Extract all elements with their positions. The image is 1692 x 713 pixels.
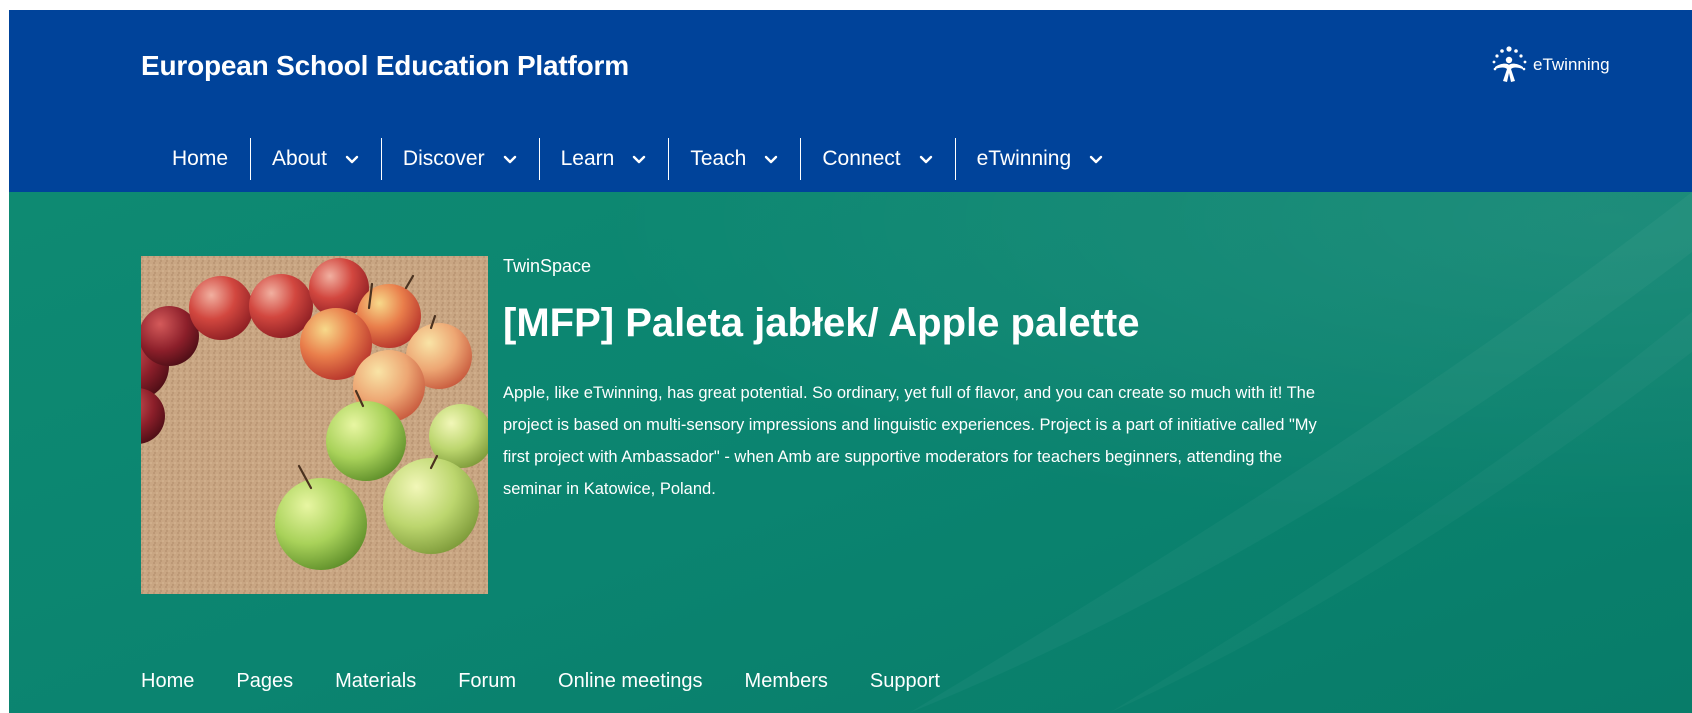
- project-tab-forum[interactable]: Forum: [458, 670, 516, 693]
- project-title: [MFP] Paleta jabłek/ Apple palette: [503, 301, 1140, 345]
- nav-item-learn[interactable]: Learn: [538, 136, 669, 182]
- etwinning-star-figure-icon: [1487, 45, 1531, 85]
- project-tab-materials[interactable]: Materials: [335, 670, 416, 693]
- project-tab-members[interactable]: Members: [745, 670, 828, 693]
- nav-item-about[interactable]: About: [250, 136, 381, 182]
- nav-item-label: Connect: [822, 147, 901, 170]
- nav-item-label: eTwinning: [976, 147, 1072, 170]
- nav-item-home[interactable]: Home: [150, 136, 250, 182]
- project-tab-home[interactable]: Home: [141, 670, 194, 693]
- nav-item-connect[interactable]: Connect: [800, 136, 954, 182]
- chevron-down-icon[interactable]: [632, 147, 646, 171]
- page: European School Education Platform eTwin…: [0, 0, 1692, 713]
- apples-photo: [141, 256, 488, 594]
- nav-item-label: About: [272, 147, 327, 170]
- project-tab-support[interactable]: Support: [870, 670, 940, 693]
- nav-item-teach[interactable]: Teach: [668, 136, 800, 182]
- chevron-down-icon[interactable]: [764, 147, 778, 171]
- project-meta: TwinSpace [MFP] Paleta jabłek/ Apple pal…: [503, 256, 1353, 505]
- project-image: [141, 256, 488, 594]
- nav-item-etwinning[interactable]: eTwinning: [954, 136, 1126, 182]
- nav-item-label: Learn: [560, 147, 615, 170]
- site-header: European School Education Platform eTwin…: [9, 10, 1692, 192]
- etwinning-logo-text: eTwinning: [1533, 55, 1610, 74]
- nav-item-label: Teach: [690, 147, 747, 170]
- twinspace-label: TwinSpace: [503, 256, 592, 276]
- project-tab-online-meetings[interactable]: Online meetings: [558, 670, 703, 693]
- nav-item-label: Discover: [402, 147, 485, 170]
- chevron-down-icon[interactable]: [1089, 147, 1103, 171]
- chevron-down-icon[interactable]: [919, 147, 933, 171]
- project-hero: TwinSpace [MFP] Paleta jabłek/ Apple pal…: [9, 192, 1692, 713]
- etwinning-logo[interactable]: eTwinning: [1487, 45, 1610, 85]
- chevron-down-icon[interactable]: [345, 147, 359, 171]
- chevron-down-icon[interactable]: [503, 147, 517, 171]
- nav-item-label: Home: [172, 147, 229, 170]
- nav-item-discover[interactable]: Discover: [380, 136, 539, 182]
- project-tab-pages[interactable]: Pages: [236, 670, 293, 693]
- main-navigation: Home About Discover Learn Teach Connect eTwinn…: [150, 136, 1125, 182]
- project-tabs: Home Pages Materials Forum Online meetings Me…: [141, 670, 982, 693]
- site-title[interactable]: European School Education Platform: [141, 50, 629, 82]
- project-description: Apple, like eTwinning, has great potenti…: [503, 384, 1317, 498]
